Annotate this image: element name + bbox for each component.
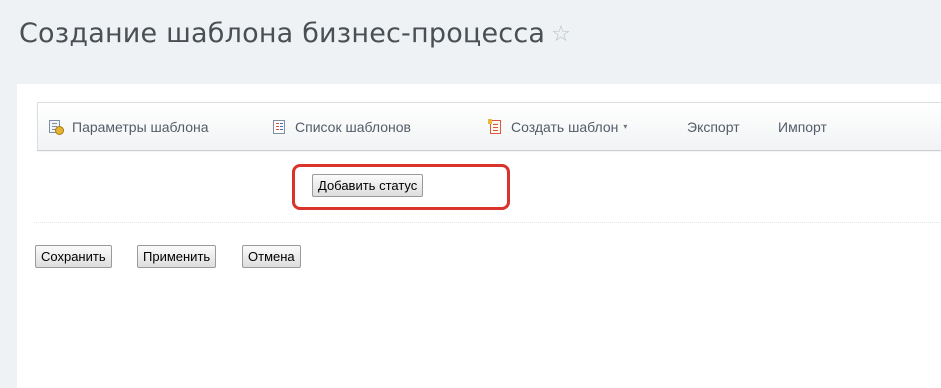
toolbar-item-label: Список шаблонов: [295, 118, 411, 135]
favorite-star-icon[interactable]: ☆: [551, 22, 571, 47]
template-list-icon: [271, 119, 287, 135]
toolbar-item-label: Создать шаблон: [511, 118, 619, 135]
toolbar-item-create-template[interactable]: Создать шаблон ▾: [487, 103, 627, 150]
template-params-icon: [48, 119, 64, 135]
toolbar-item-label: Экспорт: [687, 118, 740, 135]
page-title-text: Создание шаблона бизнес-процесса: [19, 18, 546, 49]
chevron-down-icon: ▾: [623, 122, 628, 131]
toolbar-item-label: Параметры шаблона: [72, 118, 209, 135]
apply-button[interactable]: Применить: [137, 245, 217, 268]
toolbar-item-template-params[interactable]: Параметры шаблона: [48, 103, 209, 150]
cancel-button[interactable]: Отмена: [242, 245, 301, 268]
divider: [34, 222, 941, 223]
page-title: Создание шаблона бизнес-процесса ☆: [19, 18, 571, 49]
create-template-icon: [487, 118, 503, 135]
save-button[interactable]: Сохранить: [35, 245, 112, 268]
add-status-button[interactable]: Добавить статус: [312, 174, 424, 197]
content-panel: Параметры шаблона Список шаблонов Создат…: [17, 84, 941, 388]
toolbar: Параметры шаблона Список шаблонов Создат…: [37, 102, 941, 151]
toolbar-item-import[interactable]: Импорт: [778, 103, 827, 150]
toolbar-item-label: Импорт: [778, 118, 827, 135]
toolbar-item-export[interactable]: Экспорт: [687, 103, 740, 150]
toolbar-item-template-list[interactable]: Список шаблонов: [271, 103, 411, 150]
